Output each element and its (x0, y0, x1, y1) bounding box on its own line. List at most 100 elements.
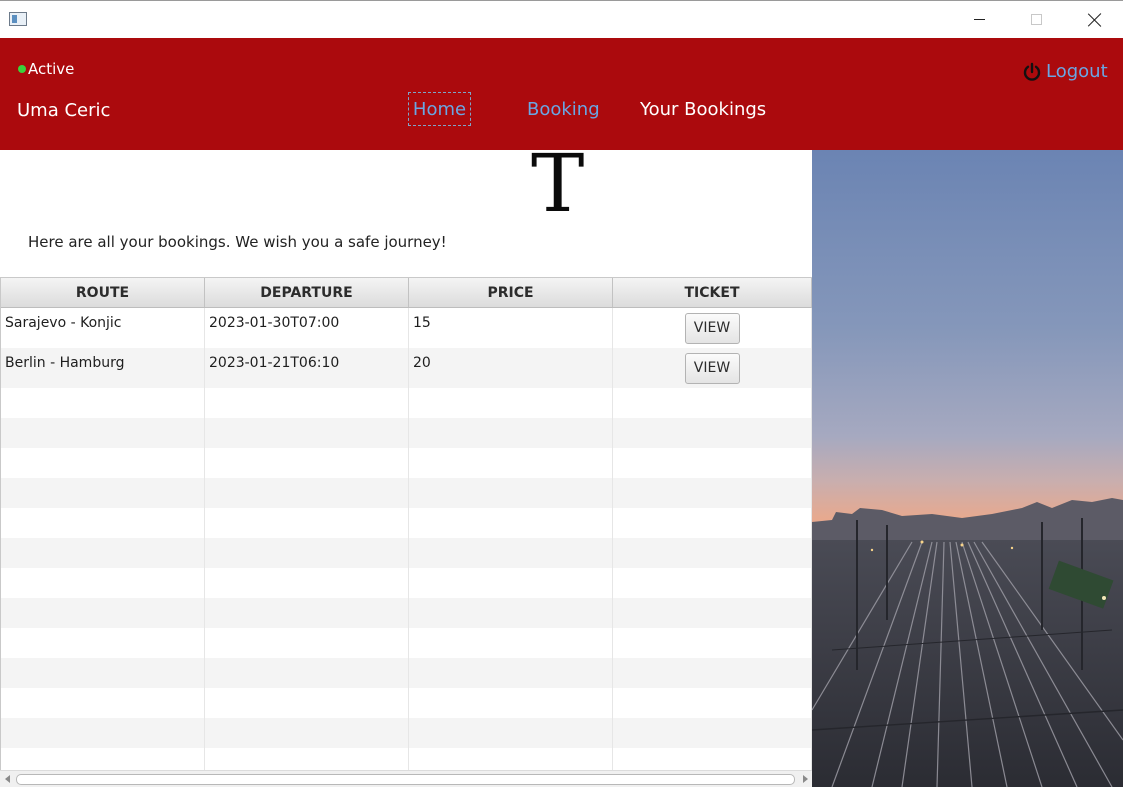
empty-row (1, 718, 812, 748)
empty-cell (205, 508, 409, 538)
empty-cell (613, 388, 812, 418)
empty-row (1, 568, 812, 598)
empty-cell (205, 448, 409, 478)
nav-booking-link[interactable]: Booking (527, 99, 600, 120)
bookings-panel: T Here are all your bookings. We wish yo… (0, 144, 812, 787)
close-icon (1088, 13, 1102, 27)
minimize-icon (973, 19, 985, 20)
empty-row (1, 628, 812, 658)
empty-cell (205, 718, 409, 748)
empty-cell (1, 628, 205, 658)
empty-cell (409, 448, 613, 478)
empty-cell (1, 538, 205, 568)
close-window-button[interactable] (1066, 1, 1123, 38)
empty-cell (613, 568, 812, 598)
empty-cell (613, 538, 812, 568)
empty-row (1, 388, 812, 418)
empty-cell (1, 688, 205, 718)
window-title-bar (0, 0, 1123, 38)
empty-cell (613, 688, 812, 718)
logout-button[interactable]: Logout (1022, 61, 1108, 82)
table-row[interactable]: Sarajevo - Konjic 2023-01-30T07:00 15 VI… (1, 308, 812, 348)
empty-cell (1, 448, 205, 478)
empty-cell (205, 628, 409, 658)
status-indicator: Active (18, 60, 74, 78)
table-row[interactable]: Berlin - Hamburg 2023-01-21T06:10 20 VIE… (1, 348, 812, 388)
empty-cell (205, 748, 409, 772)
page-subtitle: Here are all your bookings. We wish you … (28, 233, 447, 251)
table-body: Sarajevo - Konjic 2023-01-30T07:00 15 VI… (1, 308, 812, 772)
column-header-departure[interactable]: DEPARTURE (205, 278, 409, 307)
empty-row (1, 658, 812, 688)
empty-row (1, 418, 812, 448)
status-dot-icon (18, 65, 26, 73)
horizontal-scrollbar[interactable] (0, 770, 812, 787)
empty-cell (409, 688, 613, 718)
empty-cell (1, 388, 205, 418)
empty-cell (1, 748, 205, 772)
empty-cell (409, 748, 613, 772)
empty-cell (613, 508, 812, 538)
cell-price: 20 (409, 348, 613, 388)
empty-cell (613, 478, 812, 508)
column-header-price[interactable]: PRICE (409, 278, 613, 307)
bookings-table: ROUTE DEPARTURE PRICE TICKET Sarajevo - … (0, 277, 812, 772)
empty-cell (409, 718, 613, 748)
empty-cell (205, 688, 409, 718)
empty-row (1, 538, 812, 568)
logo: T (531, 137, 585, 230)
empty-cell (409, 478, 613, 508)
cell-ticket: VIEW (613, 308, 812, 348)
nav-your-bookings-link[interactable]: Your Bookings (640, 99, 766, 120)
empty-cell (409, 568, 613, 598)
empty-cell (205, 538, 409, 568)
cell-departure: 2023-01-30T07:00 (205, 308, 409, 348)
cell-ticket: VIEW (613, 348, 812, 388)
empty-cell (409, 598, 613, 628)
empty-row (1, 688, 812, 718)
empty-cell (205, 418, 409, 448)
app-icon (9, 12, 27, 26)
empty-cell (409, 628, 613, 658)
power-icon (1023, 62, 1041, 81)
cell-route: Berlin - Hamburg (1, 348, 205, 388)
empty-row (1, 478, 812, 508)
empty-cell (1, 418, 205, 448)
empty-cell (205, 658, 409, 688)
empty-cell (409, 508, 613, 538)
column-header-ticket[interactable]: TICKET (613, 278, 812, 307)
empty-cell (613, 628, 812, 658)
empty-cell (613, 658, 812, 688)
cell-departure: 2023-01-21T06:10 (205, 348, 409, 388)
username-label: Uma Ceric (17, 100, 111, 121)
minimize-button[interactable] (950, 1, 1008, 38)
scrollbar-thumb[interactable] (16, 774, 795, 785)
empty-cell (613, 718, 812, 748)
empty-cell (1, 598, 205, 628)
empty-cell (613, 418, 812, 448)
column-header-route[interactable]: ROUTE (1, 278, 205, 307)
empty-cell (1, 568, 205, 598)
logout-label: Logout (1046, 61, 1108, 82)
empty-cell (409, 658, 613, 688)
nav-home-label: Home (412, 98, 467, 120)
empty-cell (409, 388, 613, 418)
cell-price: 15 (409, 308, 613, 348)
view-ticket-button[interactable]: VIEW (684, 352, 740, 384)
maximize-button[interactable] (1007, 1, 1065, 38)
scroll-right-icon[interactable] (803, 775, 808, 783)
empty-cell (1, 658, 205, 688)
empty-cell (409, 418, 613, 448)
scroll-left-icon[interactable] (5, 775, 10, 783)
empty-row (1, 448, 812, 478)
empty-cell (205, 568, 409, 598)
nav-home-link[interactable]: Home (408, 92, 471, 126)
status-label: Active (28, 60, 75, 78)
view-ticket-button[interactable]: VIEW (684, 312, 740, 344)
railway-sunset-image (812, 150, 1123, 787)
empty-cell (205, 388, 409, 418)
empty-cell (1, 508, 205, 538)
railway-photo (812, 150, 1123, 787)
empty-cell (205, 478, 409, 508)
maximize-icon (1030, 14, 1042, 25)
